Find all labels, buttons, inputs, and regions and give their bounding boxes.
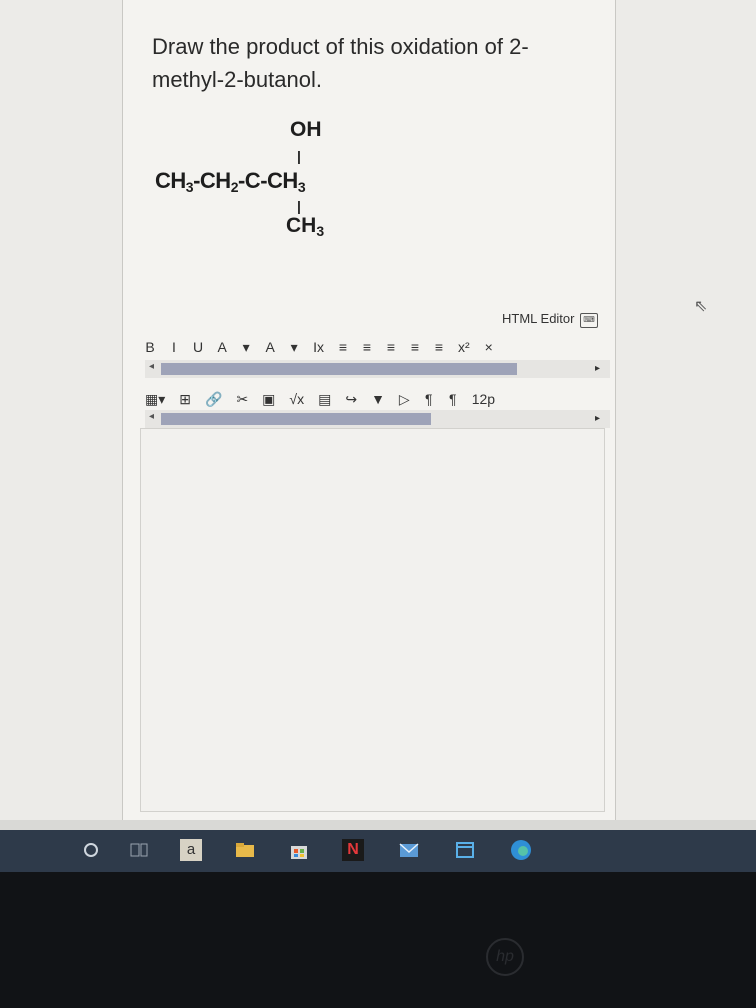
chain-part: -CH xyxy=(193,168,231,193)
toolbar-button[interactable]: √x xyxy=(289,391,304,407)
scroll-right-icon[interactable]: ▸ xyxy=(595,413,600,424)
bond-bottom: | xyxy=(297,198,301,214)
mail-icon[interactable] xyxy=(398,839,420,861)
editor-toolbar-insert: ▦▾ ⊞ 🔗 ✂ ▣ √x ▤ ↪ ▼ ▷ ¶ ¶ 12p xyxy=(145,386,613,412)
toolbar-button[interactable]: ¶ xyxy=(448,391,458,407)
mouse-cursor-icon: ⇖ xyxy=(694,298,708,315)
toolbar-button[interactable]: ▷ xyxy=(399,391,410,408)
editor-text-area[interactable] xyxy=(140,428,605,812)
toolbar-button[interactable]: ¶ xyxy=(424,391,434,407)
scroll-left-icon[interactable]: ◂ xyxy=(149,411,154,422)
html-editor-label: HTML Editor xyxy=(502,311,575,326)
browser-screen: Draw the product of this oxidation of 2-… xyxy=(0,0,756,820)
toolbar-button[interactable]: I xyxy=(169,339,179,355)
toolbar-button[interactable]: ↪ xyxy=(345,391,357,408)
chain-sub: 3 xyxy=(297,179,306,195)
editor-toolbar-format: B I U A ▾ A ▾ Ix ≡ ≡ ≡ ≡ ≡ x² × xyxy=(145,334,613,360)
toolbar-button[interactable]: ≡ xyxy=(434,339,444,355)
toolbar-button[interactable]: 🔗 xyxy=(205,391,222,408)
toolbar-button[interactable]: B xyxy=(145,339,155,355)
chain-part: -C-CH xyxy=(237,168,298,193)
toolbar-button[interactable]: ▼ xyxy=(371,391,385,407)
question-text: Draw the product of this oxidation of 2-… xyxy=(152,30,602,96)
amazon-app-icon[interactable]: a xyxy=(180,839,202,861)
laptop-bezel xyxy=(0,872,756,1008)
toolbar-scrollbar-1[interactable]: ◂ ▸ xyxy=(145,360,610,378)
toolbar-button[interactable]: ▤ xyxy=(318,391,331,408)
chain-sub: 3 xyxy=(185,179,194,195)
toolbar-button[interactable]: ▾ xyxy=(241,339,251,356)
toolbar-button[interactable]: U xyxy=(193,339,203,355)
ch3-part: CH xyxy=(286,214,317,237)
scroll-left-icon[interactable]: ◂ xyxy=(149,361,154,372)
toolbar-button[interactable]: ≡ xyxy=(410,339,420,355)
taskbar: a N xyxy=(0,830,756,872)
toolbar-button[interactable]: ✂ xyxy=(236,391,248,408)
bond-top: | xyxy=(297,148,301,164)
scroll-thumb[interactable] xyxy=(161,363,517,375)
structure-ch3: CH3 xyxy=(286,214,324,239)
toolbar-button[interactable]: ▣ xyxy=(262,391,275,408)
toolbar-button[interactable]: A xyxy=(217,339,227,355)
question-line-2: methyl-2-butanol. xyxy=(152,67,322,92)
hp-logo: hp xyxy=(486,938,524,976)
toolbar-button[interactable]: x² xyxy=(458,339,470,355)
edge-browser-icon[interactable] xyxy=(510,839,532,861)
start-circle-icon[interactable] xyxy=(80,839,102,861)
toolbar-button[interactable]: ≡ xyxy=(386,339,396,355)
toolbar-button[interactable]: ▦▾ xyxy=(145,391,165,408)
toolbar-button[interactable]: ≡ xyxy=(362,339,372,355)
toolbar-button[interactable]: ≡ xyxy=(338,339,348,355)
file-explorer-icon[interactable] xyxy=(234,839,256,861)
toolbar-button[interactable]: ⊞ xyxy=(179,391,191,408)
toolbar-button[interactable]: Ix xyxy=(313,339,324,355)
toolbar-scrollbar-2[interactable]: ◂ ▸ xyxy=(145,410,610,428)
ch3-sub: 3 xyxy=(316,223,325,239)
toolbar-button[interactable]: × xyxy=(484,339,494,355)
scroll-right-icon[interactable]: ▸ xyxy=(595,363,600,374)
structure-main-chain: CH3-CH2-C-CH3 xyxy=(155,168,306,195)
window-app-icon[interactable] xyxy=(454,839,476,861)
netflix-icon[interactable]: N xyxy=(342,839,364,861)
chain-sub: 2 xyxy=(230,179,239,195)
task-view-icon[interactable] xyxy=(128,839,150,861)
toolbar-button[interactable]: A xyxy=(265,339,275,355)
chain-part: CH xyxy=(155,168,186,193)
toolbar-button[interactable]: ▾ xyxy=(289,339,299,356)
store-icon[interactable] xyxy=(288,839,310,861)
scroll-thumb[interactable] xyxy=(161,413,431,425)
question-line-1: Draw the product of this oxidation of 2- xyxy=(152,34,529,59)
structure-oh: OH xyxy=(290,118,322,141)
toolbar-button[interactable]: 12p xyxy=(472,391,495,407)
keyboard-icon[interactable]: ⌨ xyxy=(580,313,598,328)
